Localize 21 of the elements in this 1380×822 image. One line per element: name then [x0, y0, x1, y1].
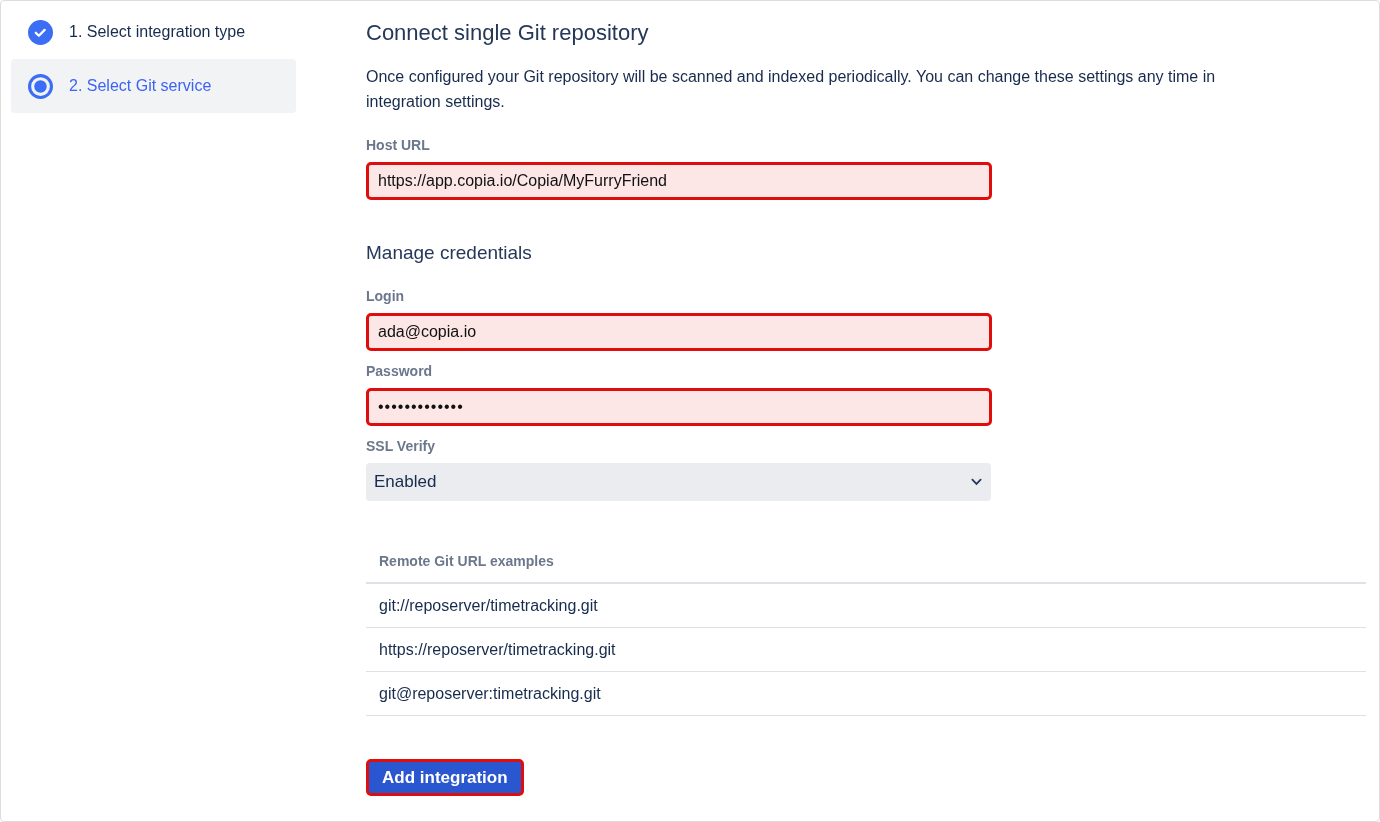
field-label: SSL Verify — [366, 438, 435, 454]
table-cell: https://reposerver/timetracking.git — [366, 628, 1366, 672]
wizard-step[interactable]: 1. Select integration type — [11, 5, 296, 59]
password-field[interactable]: ••••••••••••• — [366, 388, 992, 426]
table-cell: git@reposerver:timetracking.git — [366, 672, 1366, 716]
page-title: Connect single Git repository — [366, 20, 649, 46]
login-field[interactable]: ada@copia.io — [366, 313, 992, 351]
section-heading: Manage credentials — [366, 242, 532, 264]
field-label: Host URL — [366, 137, 430, 153]
ssl-verify-dropdown[interactable]: Enabled — [366, 463, 991, 501]
host-url-field[interactable]: https://app.copia.io/Copia/MyFurryFriend — [366, 162, 992, 200]
table-cell: git://reposerver/timetracking.git — [366, 584, 1366, 628]
field-label: Password — [366, 363, 433, 379]
add-integration-button[interactable]: Add integration — [366, 759, 524, 796]
wizard-step[interactable]: 2. Select Git service — [11, 59, 296, 113]
description-text: Once configured your Git repository will be scanned and indexed periodically. You can change these settings any time in integration settings. — [366, 67, 1217, 112]
radio-dot-icon — [28, 73, 53, 99]
field-label: Login — [366, 288, 405, 304]
check-circle-icon — [28, 19, 53, 45]
table-header: Remote Git URL examples — [366, 540, 1366, 584]
chevron-down-icon — [971, 478, 982, 486]
